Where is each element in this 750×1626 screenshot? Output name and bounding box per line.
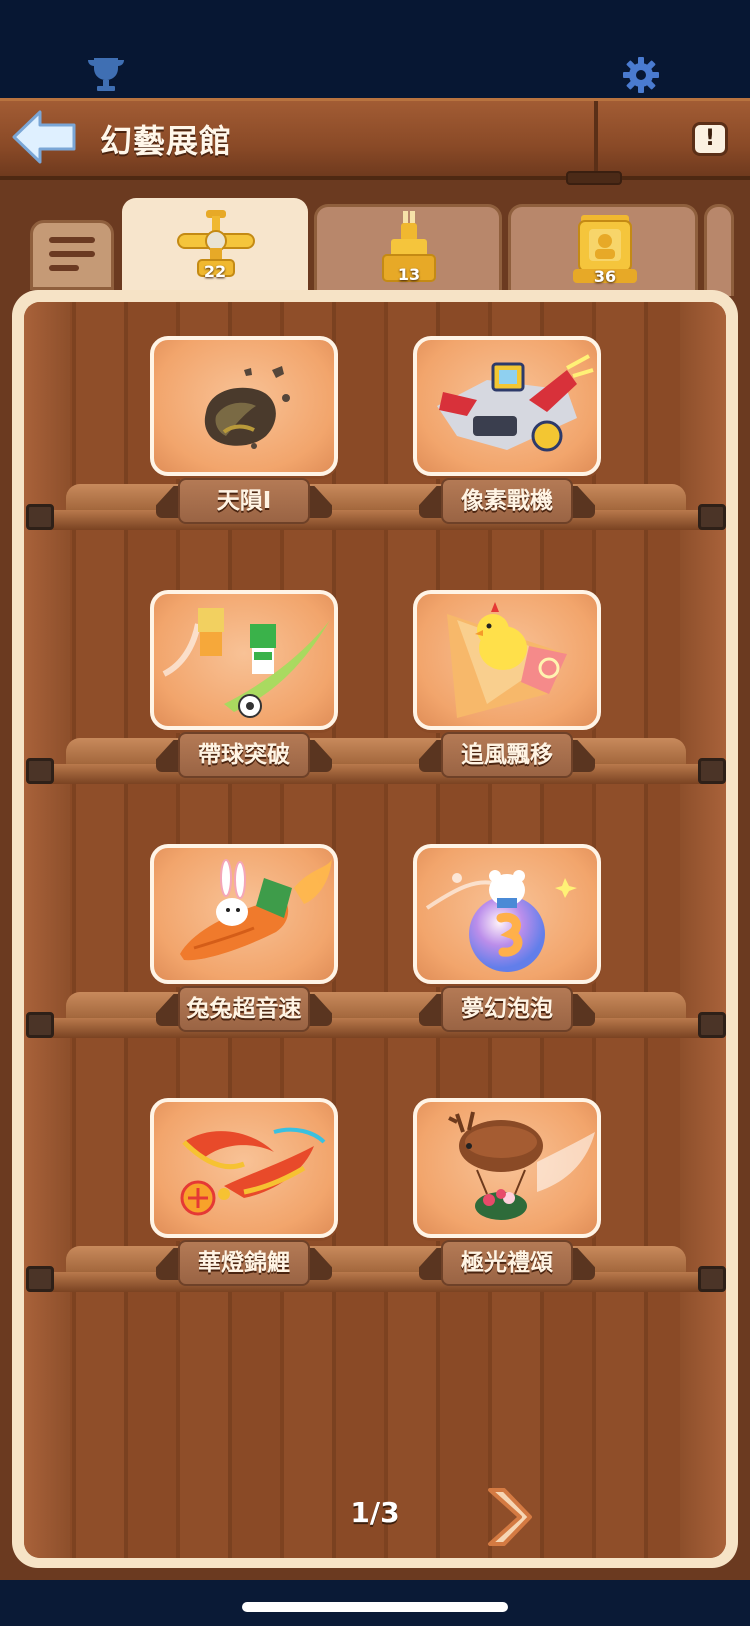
item-card-chick-kite[interactable]	[413, 590, 601, 730]
shelf-bracket	[698, 504, 726, 530]
filter-sort-button[interactable]	[30, 220, 114, 290]
home-indicator[interactable]	[242, 1602, 508, 1612]
shelf-lip	[26, 510, 726, 530]
shelf-bracket	[698, 758, 726, 784]
item-card-bubble[interactable]	[413, 844, 601, 984]
item-plaque: 兔兔超音速	[156, 986, 332, 1036]
item-plaque: 像素戰機	[419, 478, 595, 528]
item-name: 兔兔超音速	[186, 996, 302, 1022]
chick-kite-icon	[447, 602, 567, 718]
item-name: 像素戰機	[461, 488, 553, 514]
lantern-koi-icon	[180, 1127, 326, 1216]
tab-count: 22	[203, 262, 227, 281]
tab-plane-trophies[interactable]: 22	[122, 198, 308, 298]
back-arrow-icon[interactable]	[10, 108, 80, 166]
info-button[interactable]: !	[692, 122, 728, 156]
header-latch	[566, 171, 622, 185]
reindeer-balloon-icon	[448, 1111, 595, 1220]
soccer-dash-icon	[162, 608, 330, 718]
shelf-lip	[26, 764, 726, 784]
shelf-bracket	[26, 504, 54, 530]
item-plaque: 追風飄移	[419, 732, 595, 782]
shelf-bracket	[698, 1012, 726, 1038]
page-indicator: 1/3	[350, 1496, 400, 1529]
item-name: 追風飄移	[461, 742, 553, 768]
shelf-lip	[26, 1018, 726, 1038]
tab-partial[interactable]	[704, 204, 734, 296]
item-name: 帶球突破	[198, 742, 290, 768]
filter-line	[49, 251, 95, 257]
shelf	[26, 1236, 726, 1298]
item-card-meteor[interactable]	[150, 336, 338, 476]
item-card-bunny-rocket[interactable]	[150, 844, 338, 984]
bunny-carrot-rocket-icon	[180, 858, 332, 961]
item-plaque: 帶球突破	[156, 732, 332, 782]
item-plaque: 華燈錦鯉	[156, 1240, 332, 1290]
shelf-lip	[26, 1272, 726, 1292]
item-name: 夢幻泡泡	[461, 996, 553, 1022]
item-plaque: 天隕Ⅰ	[156, 478, 332, 528]
shelf-bracket	[26, 1012, 54, 1038]
item-name: 極光禮頌	[461, 1250, 553, 1276]
tab-count: 13	[397, 265, 421, 284]
shelf-bracket	[26, 758, 54, 784]
exclamation-icon: !	[704, 126, 716, 151]
header-seam	[594, 101, 598, 179]
next-page-chevron-icon[interactable]	[484, 1484, 532, 1550]
item-plaque: 夢幻泡泡	[419, 986, 595, 1036]
filter-line	[49, 265, 79, 271]
tab-castle-trophies[interactable]: 13	[314, 204, 502, 296]
item-name: 天隕Ⅰ	[216, 488, 272, 514]
page-title: 幻藝展館	[100, 122, 233, 160]
trophy-icon[interactable]	[86, 56, 126, 92]
item-card-soccer-dash[interactable]	[150, 590, 338, 730]
gear-icon[interactable]	[622, 56, 660, 94]
shelf-bracket	[698, 1266, 726, 1292]
pixel-jet-icon	[437, 354, 594, 452]
filter-line	[49, 237, 95, 243]
shelf	[26, 474, 726, 536]
app-screen: 幻藝展館 ! 22 13 36 天隕Ⅰ 像素戰機 帶球突破 追風飄移 兔兔超音速…	[0, 0, 750, 1626]
item-plaque: 極光禮頌	[419, 1240, 595, 1290]
meteor-rock-icon	[204, 366, 290, 449]
shelf	[26, 728, 726, 790]
tab-frame-trophies[interactable]: 36	[508, 204, 698, 296]
tab-count: 36	[593, 267, 617, 286]
item-card-reindeer-balloon[interactable]	[413, 1098, 601, 1238]
shelf	[26, 982, 726, 1044]
bubble-bear-icon	[425, 870, 577, 972]
item-name: 華燈錦鯉	[198, 1250, 290, 1276]
item-card-pixel-jet[interactable]	[413, 336, 601, 476]
item-card-lantern-koi[interactable]	[150, 1098, 338, 1238]
shelf-bracket	[26, 1266, 54, 1292]
